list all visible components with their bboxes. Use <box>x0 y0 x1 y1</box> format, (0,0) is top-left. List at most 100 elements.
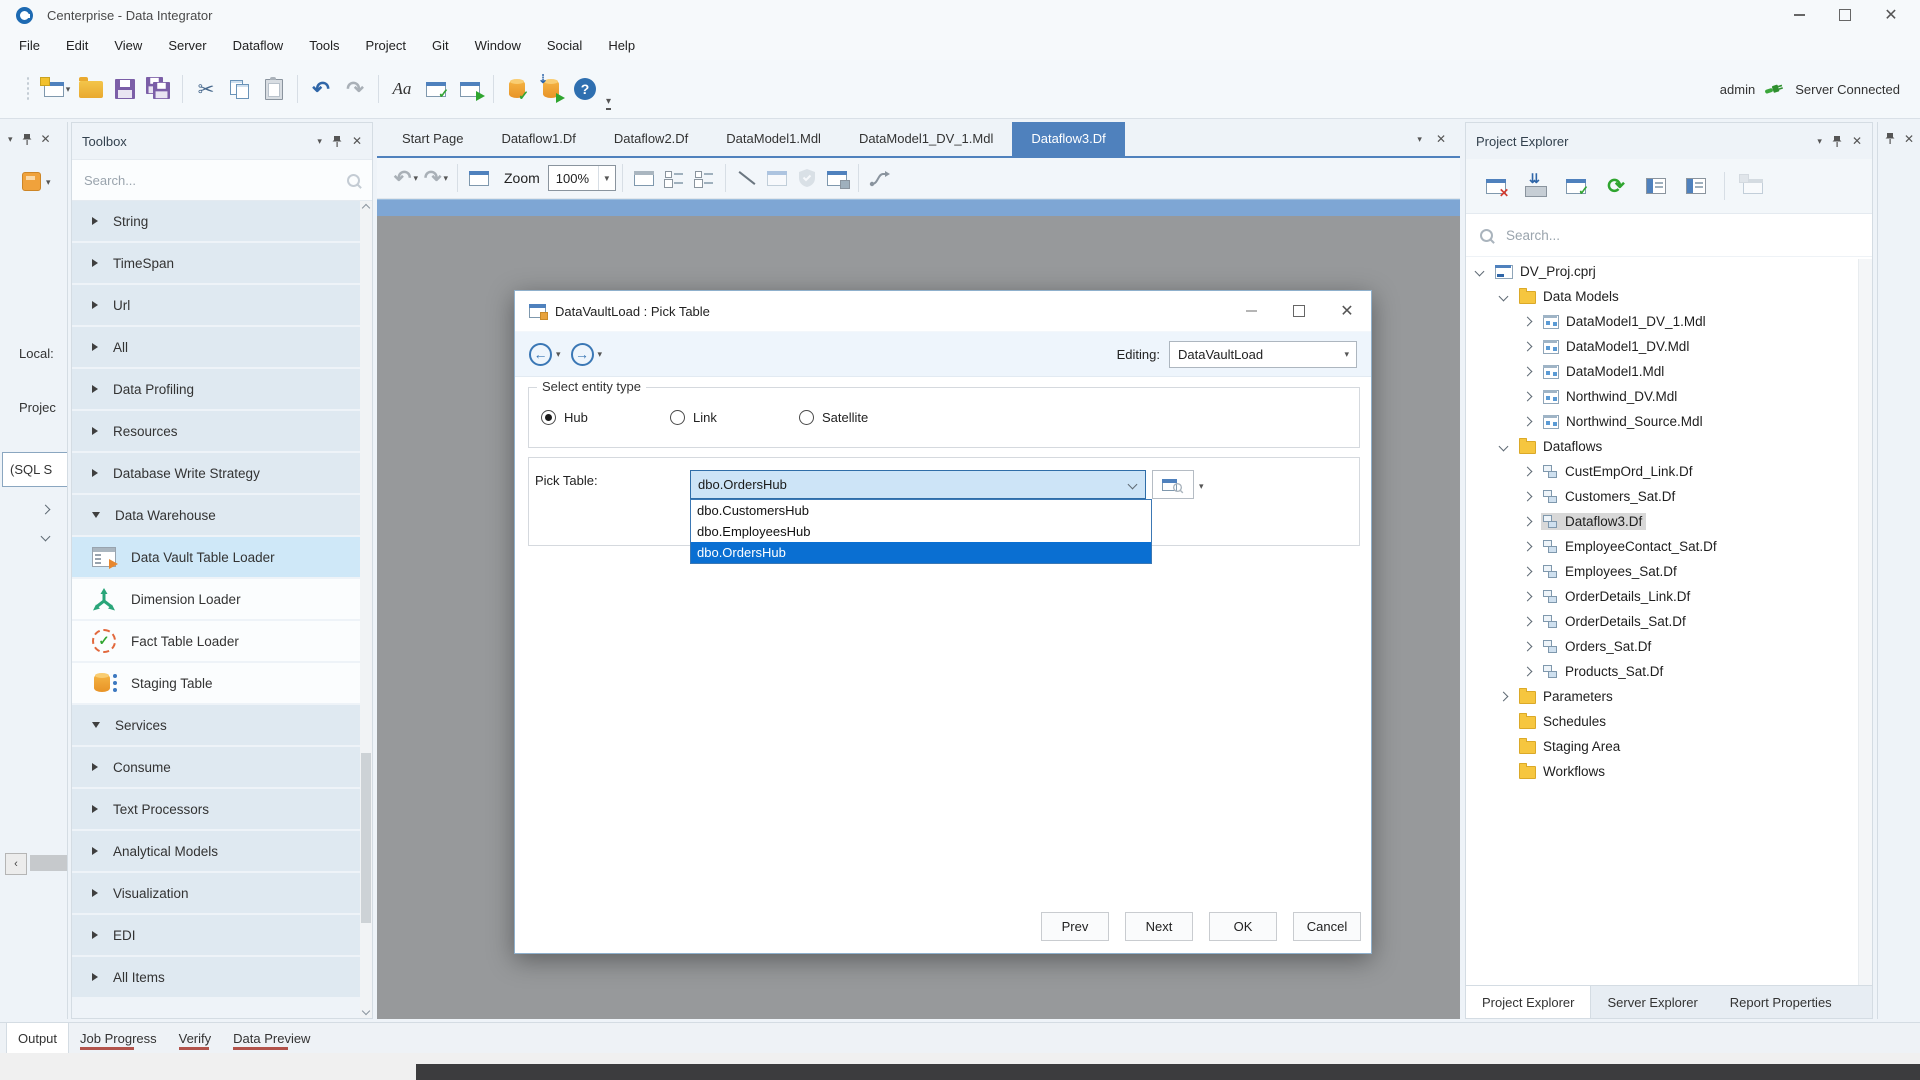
tree-item-employeecontact-sat-df[interactable]: EmployeeContact_Sat.Df <box>1466 534 1858 559</box>
menu-help[interactable]: Help <box>595 38 648 53</box>
chevron-right-icon[interactable] <box>1524 643 1541 650</box>
cut-button[interactable]: ✂ <box>189 69 223 109</box>
toolbox-category-database-write-strategy[interactable]: Database Write Strategy <box>72 453 360 493</box>
dialog-title-bar[interactable]: DataVaultLoad : Pick Table ✕ <box>515 291 1371 331</box>
chevron-down-icon[interactable] <box>42 527 49 545</box>
tree-item-data-models[interactable]: Data Models <box>1466 284 1858 309</box>
tab-verify[interactable]: Verify <box>168 1023 223 1053</box>
chevron-right-icon[interactable] <box>1524 593 1541 600</box>
toolbox-category-resources[interactable]: Resources <box>72 411 360 451</box>
scroll-down-icon[interactable] <box>362 1007 370 1015</box>
save-button[interactable] <box>108 69 142 109</box>
menu-window[interactable]: Window <box>462 38 534 53</box>
tab-project-explorer[interactable]: Project Explorer <box>1466 986 1591 1018</box>
auto-layout-button[interactable] <box>464 162 494 194</box>
collapse-panel-button[interactable] <box>1638 167 1674 205</box>
chevron-down-icon[interactable] <box>1500 293 1517 300</box>
toolbar-overflow-button[interactable]: ▾ <box>606 97 611 110</box>
toolbox-item-data-vault-table-loader[interactable]: Data Vault Table Loader <box>72 537 360 577</box>
tree-item-parameters[interactable]: Parameters <box>1466 684 1858 709</box>
toolbox-category-timespan[interactable]: TimeSpan <box>72 243 360 283</box>
pin-icon[interactable] <box>1832 135 1842 148</box>
menu-dataflow[interactable]: Dataflow <box>220 38 297 53</box>
entity-radio-hub[interactable]: Hub <box>541 410 615 425</box>
tree-item-orders-sat-df[interactable]: Orders_Sat.Df <box>1466 634 1858 659</box>
project-search-input[interactable]: Search... <box>1466 214 1872 257</box>
chevron-down-icon[interactable]: ▾ <box>598 349 603 360</box>
tree-item-orderdetails-link-df[interactable]: OrderDetails_Link.Df <box>1466 584 1858 609</box>
chevron-down-icon[interactable]: ▾ <box>556 349 561 360</box>
close-icon[interactable]: ✕ <box>352 134 362 148</box>
forward-icon[interactable]: → <box>571 343 594 366</box>
expand-panel-button[interactable] <box>1678 167 1714 205</box>
chevron-down-icon[interactable]: ▼ <box>598 166 615 190</box>
tree-item-northwind-source-mdl[interactable]: Northwind_Source.Mdl <box>1466 409 1858 434</box>
verify-database-button[interactable]: ✓ <box>500 69 534 109</box>
dialog-minimize-button[interactable] <box>1227 296 1275 326</box>
tree-item-dv-proj-cprj[interactable]: DV_Proj.cprj <box>1466 259 1858 284</box>
tab-server-explorer[interactable]: Server Explorer <box>1591 986 1713 1018</box>
project-tree-scrollbar[interactable] <box>1858 259 1872 986</box>
chevron-right-icon[interactable] <box>1524 668 1541 675</box>
dialog-maximize-button[interactable] <box>1275 296 1323 326</box>
cancel-button[interactable]: Cancel <box>1293 912 1361 941</box>
chevron-right-icon[interactable] <box>1524 318 1541 325</box>
tab-data-preview[interactable]: Data Preview <box>222 1023 321 1053</box>
help-button[interactable]: ? <box>568 69 602 109</box>
new-item-button[interactable]: ▾ <box>40 69 74 109</box>
ok-button[interactable]: OK <box>1209 912 1277 941</box>
copy-button[interactable] <box>223 69 257 109</box>
toolbox-category-string[interactable]: String <box>72 201 360 241</box>
prev-button[interactable]: Prev <box>1041 912 1109 941</box>
tab-output[interactable]: Output <box>6 1023 69 1053</box>
menu-view[interactable]: View <box>101 38 155 53</box>
pick-table-combo[interactable]: dbo.OrdersHub <box>690 470 1146 499</box>
undo-button[interactable]: ↶ <box>304 69 338 109</box>
entity-radio-satellite[interactable]: Satellite <box>799 410 873 425</box>
toolbox-category-all[interactable]: All <box>72 327 360 367</box>
doc-tab-datamodel1-dv-1-mdl[interactable]: DataModel1_DV_1.Mdl <box>840 122 1012 156</box>
reroute-links-button[interactable] <box>865 162 895 194</box>
zoom-select[interactable]: 100% ▼ <box>548 165 616 191</box>
verify-shield-button[interactable] <box>792 162 822 194</box>
preview-button[interactable] <box>762 162 792 194</box>
chevron-right-icon[interactable] <box>1524 568 1541 575</box>
tree-item-dataflows[interactable]: Dataflows <box>1466 434 1858 459</box>
doc-tab-dataflow3-df[interactable]: Dataflow3.Df <box>1012 122 1124 156</box>
menu-edit[interactable]: Edit <box>53 38 101 53</box>
chevron-right-icon[interactable] <box>1524 493 1541 500</box>
start-dataflow-button[interactable] <box>453 69 487 109</box>
scroll-left-button[interactable]: ‹ <box>5 853 27 875</box>
chevron-right-icon[interactable] <box>1500 693 1517 700</box>
vertical-layout-button[interactable] <box>659 162 689 194</box>
database-node-icon[interactable] <box>22 172 41 191</box>
tree-item-northwind-dv-mdl[interactable]: Northwind_DV.Mdl <box>1466 384 1858 409</box>
chevron-right-icon[interactable] <box>1524 543 1541 550</box>
pin-icon[interactable] <box>22 133 32 146</box>
toolbox-category-url[interactable]: Url <box>72 285 360 325</box>
chevron-right-icon[interactable] <box>1524 343 1541 350</box>
maximize-button[interactable] <box>1822 1 1868 29</box>
tab-job-progress[interactable]: Job Progress <box>69 1023 168 1053</box>
minimize-button[interactable] <box>1776 1 1822 29</box>
chevron-down-icon[interactable] <box>1500 443 1517 450</box>
toolbox-item-dimension-loader[interactable]: Dimension Loader <box>72 579 360 619</box>
expand-collapse-button[interactable] <box>629 162 659 194</box>
tree-item-products-sat-df[interactable]: Products_Sat.Df <box>1466 659 1858 684</box>
chevron-right-icon[interactable] <box>1524 418 1541 425</box>
remove-project-button[interactable]: ✕ <box>1478 167 1514 205</box>
toolbox-category-services[interactable]: Services <box>72 705 360 745</box>
tree-item-customers-sat-df[interactable]: Customers_Sat.Df <box>1466 484 1858 509</box>
tree-item-datamodel1-mdl[interactable]: DataModel1.Mdl <box>1466 359 1858 384</box>
open-project-button[interactable] <box>74 69 108 109</box>
close-button[interactable]: ✕ <box>1868 1 1914 29</box>
run-database-button[interactable]: ⇣ <box>534 69 568 109</box>
toolbox-category-text-processors[interactable]: Text Processors <box>72 789 360 829</box>
toolbox-category-analytical-models[interactable]: Analytical Models <box>72 831 360 871</box>
pin-icon[interactable] <box>332 135 342 148</box>
designer-redo-button[interactable]: ↷▾ <box>421 162 451 194</box>
doc-tab-dataflow1-df[interactable]: Dataflow1.Df <box>482 122 594 156</box>
chevron-right-icon[interactable] <box>1524 393 1541 400</box>
toolbox-category-all-items[interactable]: All Items <box>72 957 360 997</box>
browse-options-chevron-icon[interactable]: ▾ <box>1199 481 1204 492</box>
